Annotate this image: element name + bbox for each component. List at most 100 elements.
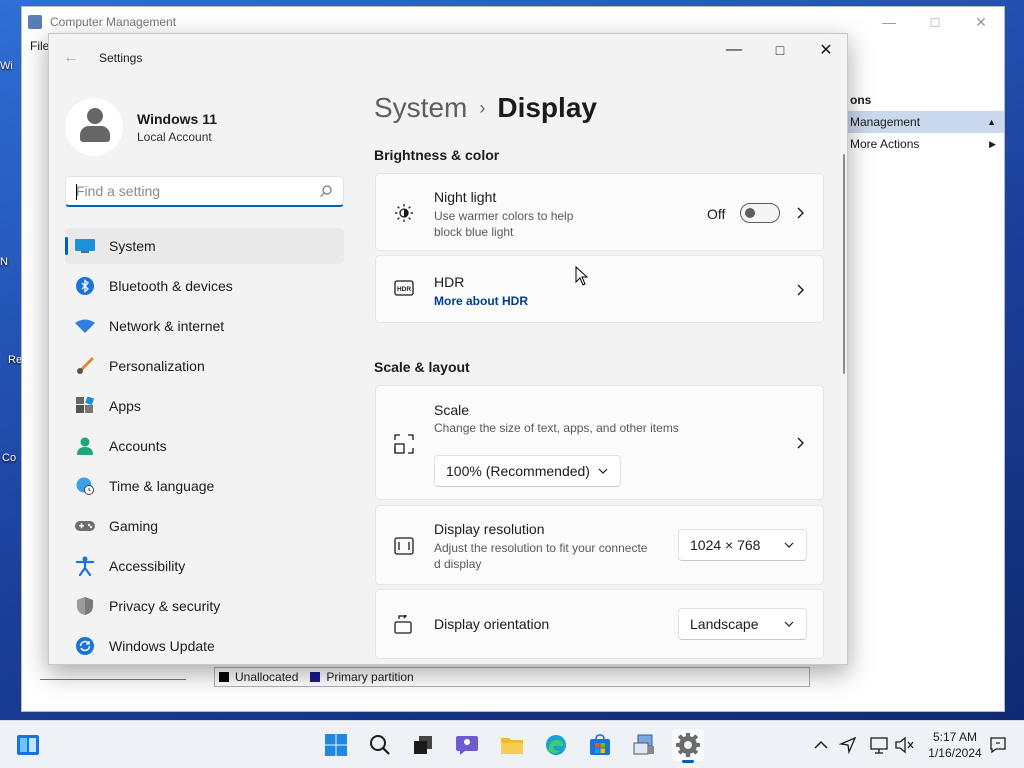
desktop-icon-label[interactable]: Wi bbox=[0, 60, 22, 72]
back-arrow-icon[interactable]: ← bbox=[63, 49, 83, 69]
notifications-button[interactable] bbox=[988, 735, 1008, 755]
profile-name: Windows 11 bbox=[137, 110, 218, 127]
nav-label: Privacy & security bbox=[109, 598, 221, 614]
search-icon[interactable] bbox=[319, 184, 333, 198]
windows-logo-icon bbox=[325, 734, 347, 756]
page-title: Display bbox=[497, 92, 597, 123]
cm-close-button[interactable]: ✕ bbox=[958, 7, 1004, 37]
update-icon bbox=[75, 636, 95, 656]
nav-label: Personalization bbox=[109, 358, 205, 374]
settings-taskbar-button[interactable] bbox=[672, 729, 704, 763]
display-resolution-desc: d display bbox=[434, 557, 482, 571]
folder-icon bbox=[501, 738, 523, 754]
nav-label: Gaming bbox=[109, 518, 159, 534]
start-button[interactable] bbox=[320, 729, 352, 761]
avatar bbox=[65, 98, 123, 156]
hdr-card[interactable]: HDR HDR More about HDR bbox=[375, 255, 824, 323]
search-icon bbox=[370, 735, 390, 755]
widgets-button[interactable] bbox=[12, 729, 44, 761]
task-view-icon bbox=[414, 736, 432, 754]
display-resolution-card[interactable]: Display resolution Adjust the resolution… bbox=[375, 505, 824, 585]
nav-item-system[interactable]: System bbox=[65, 228, 344, 264]
section-title-scale-layout: Scale & layout bbox=[374, 359, 470, 375]
nav-item-accounts[interactable]: Accounts bbox=[65, 428, 344, 464]
cm-actions-management[interactable]: Management ▲ bbox=[848, 111, 1004, 133]
legend-label: Primary partition bbox=[326, 670, 414, 684]
maximize-button[interactable]: □ bbox=[757, 34, 803, 66]
cm-actions-header: ons bbox=[850, 93, 872, 107]
volume-tray-button[interactable] bbox=[895, 735, 915, 755]
chevron-down-icon bbox=[784, 542, 794, 548]
brush-icon bbox=[75, 356, 95, 376]
orientation-icon bbox=[394, 615, 412, 634]
user-profile[interactable]: Windows 11 Local Account bbox=[65, 98, 217, 156]
chevron-right-icon[interactable] bbox=[795, 207, 805, 219]
cm-more-actions-label: More Actions bbox=[850, 137, 920, 151]
cm-actions-pane: ons Management ▲ More Actions ▶ bbox=[848, 89, 1004, 155]
settings-titlebar[interactable]: ← Settings — □ ✕ bbox=[49, 34, 847, 82]
clock-time: 5:17 AM bbox=[932, 730, 978, 744]
nav-item-gaming[interactable]: Gaming bbox=[65, 508, 344, 544]
cm-maximize-button[interactable]: □ bbox=[912, 7, 958, 37]
night-light-toggle[interactable] bbox=[740, 203, 780, 223]
orientation-dropdown[interactable]: Landscape bbox=[678, 608, 807, 640]
resolution-value: 1024 × 768 bbox=[690, 537, 761, 553]
show-hidden-icons-button[interactable] bbox=[811, 735, 831, 755]
scale-dropdown[interactable]: 100% (Recommended) bbox=[434, 455, 621, 487]
taskbar: 5:17 AM 1/16/2024 bbox=[0, 720, 1024, 768]
minimize-button[interactable]: — bbox=[711, 34, 757, 66]
legend-swatch-primary bbox=[310, 672, 321, 682]
expand-arrow-icon: ▶ bbox=[989, 138, 996, 149]
accessibility-icon bbox=[75, 556, 95, 576]
cm-menu-file[interactable]: File bbox=[30, 39, 49, 53]
search-box[interactable] bbox=[65, 176, 344, 207]
scale-desc: Change the size of text, apps, and other… bbox=[434, 421, 679, 435]
more-about-hdr-link[interactable]: More about HDR bbox=[434, 294, 528, 308]
night-light-desc: block blue light bbox=[434, 225, 514, 239]
resolution-dropdown[interactable]: 1024 × 768 bbox=[678, 529, 807, 561]
nav-item-privacy[interactable]: Privacy & security bbox=[65, 588, 344, 624]
location-tray-button[interactable] bbox=[838, 735, 858, 755]
nav-item-time-language[interactable]: Time & language bbox=[65, 468, 344, 504]
display-orientation-card[interactable]: Display orientation Landscape bbox=[375, 589, 824, 659]
task-view-button[interactable] bbox=[407, 729, 439, 761]
network-tray-button[interactable] bbox=[870, 735, 890, 755]
night-light-title: Night light bbox=[434, 189, 497, 205]
nav-label: Accessibility bbox=[109, 558, 186, 574]
cm-actions-management-label: Management bbox=[850, 115, 921, 129]
computer-management-taskbar-button[interactable] bbox=[628, 729, 660, 761]
nav-label: Accounts bbox=[109, 438, 167, 454]
search-input[interactable] bbox=[76, 183, 306, 199]
close-button[interactable]: ✕ bbox=[803, 34, 847, 66]
cm-actions-more[interactable]: More Actions ▶ bbox=[848, 133, 1004, 155]
nav-item-windows-update[interactable]: Windows Update bbox=[65, 628, 344, 664]
store-button[interactable] bbox=[584, 729, 616, 761]
nav-label: Bluetooth & devices bbox=[109, 278, 233, 294]
file-explorer-button[interactable] bbox=[496, 729, 528, 761]
display-orientation-title: Display orientation bbox=[434, 616, 550, 632]
night-light-card[interactable]: Night light Use warmer colors to help bl… bbox=[375, 173, 824, 251]
content-scrollbar[interactable] bbox=[843, 154, 845, 374]
chevron-right-icon[interactable] bbox=[795, 284, 805, 296]
edge-button[interactable] bbox=[540, 729, 572, 761]
text-caret bbox=[76, 184, 77, 200]
nav-item-accessibility[interactable]: Accessibility bbox=[65, 548, 344, 584]
nav-item-apps[interactable]: Apps bbox=[65, 388, 344, 424]
clock[interactable]: 5:17 AM 1/16/2024 bbox=[922, 729, 988, 761]
computer-management-icon bbox=[633, 734, 654, 755]
search-button[interactable] bbox=[364, 729, 396, 761]
chevron-right-icon[interactable] bbox=[795, 437, 805, 449]
cm-disk-legend: Unallocated Primary partition bbox=[214, 667, 810, 687]
breadcrumb-parent[interactable]: System bbox=[374, 92, 467, 124]
cm-scrollbar[interactable] bbox=[40, 679, 186, 680]
scale-card[interactable]: Scale Change the size of text, apps, and… bbox=[375, 385, 824, 500]
chat-button[interactable] bbox=[451, 729, 483, 761]
legend-swatch-unallocated bbox=[219, 672, 229, 682]
nav-item-personalization[interactable]: Personalization bbox=[65, 348, 344, 384]
night-light-desc: Use warmer colors to help bbox=[434, 209, 574, 223]
cm-minimize-button[interactable]: — bbox=[866, 7, 912, 37]
nav-item-bluetooth[interactable]: Bluetooth & devices bbox=[65, 268, 344, 304]
desktop-icon-label[interactable]: N bbox=[0, 256, 22, 268]
nav-item-network[interactable]: Network & internet bbox=[65, 308, 344, 344]
profile-account-type: Local Account bbox=[137, 129, 212, 144]
